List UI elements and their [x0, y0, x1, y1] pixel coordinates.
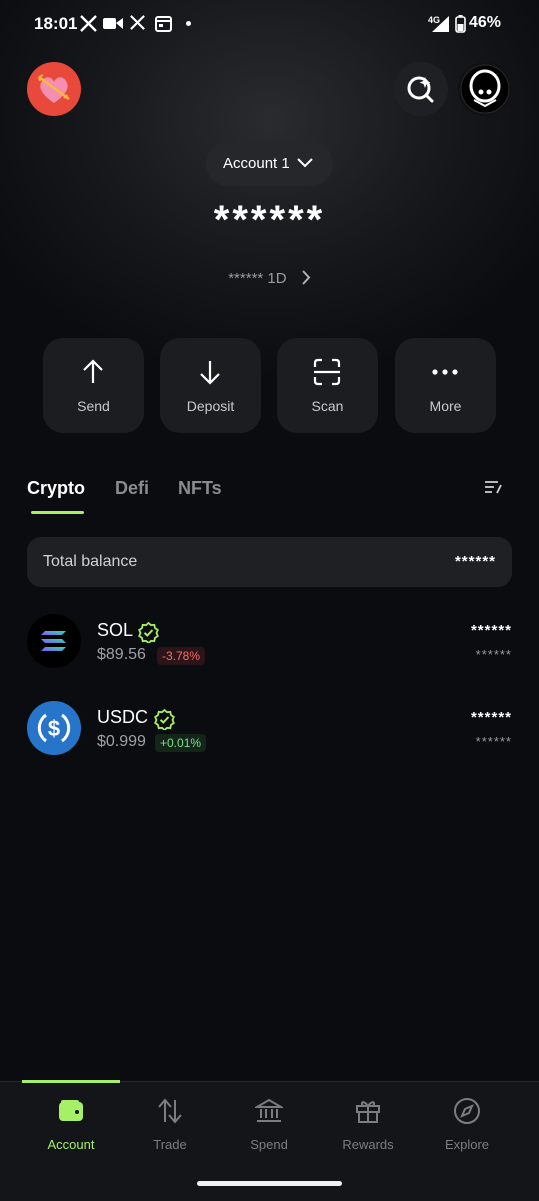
nft-profile-button[interactable]	[458, 62, 512, 116]
active-tab-indicator	[31, 511, 84, 514]
tab-nfts[interactable]: NFTs	[178, 478, 222, 499]
more-label: More	[429, 398, 462, 414]
svg-text:$: $	[48, 716, 60, 741]
balance-change: ****** 1D	[228, 270, 287, 287]
arrow-down-icon	[200, 361, 220, 385]
account-selector[interactable]: Account 1	[206, 142, 333, 186]
deposit-label: Deposit	[186, 398, 235, 414]
notification-dot	[186, 21, 191, 26]
nav-explore-label: Explore	[444, 1137, 490, 1152]
bank-icon	[255, 1098, 283, 1122]
total-balance-card: Total balance ******	[27, 537, 512, 587]
x-app-icon-2	[130, 15, 145, 30]
chevron-down-icon	[297, 158, 313, 168]
gift-icon	[356, 1101, 380, 1123]
verified-badge-icon	[154, 709, 175, 730]
arrow-up-icon	[83, 359, 103, 383]
token-amount: ******	[470, 709, 512, 726]
balance-change-row[interactable]: ****** 1D	[0, 270, 539, 287]
nav-trade-label: Trade	[153, 1137, 187, 1152]
chevron-right-icon	[302, 270, 311, 285]
token-change: -3.78%	[157, 647, 206, 665]
more-dots-icon	[432, 369, 458, 375]
home-indicator[interactable]	[197, 1181, 342, 1186]
token-amount: ******	[470, 622, 512, 639]
usdc-icon: $	[27, 701, 81, 755]
battery-percent: 46%	[468, 14, 501, 31]
x-app-icon	[80, 15, 97, 32]
token-row-sol[interactable]: SOL $89.56 -3.78% ****** ******	[27, 614, 512, 670]
token-value: ******	[475, 647, 512, 662]
token-name: USDC	[97, 707, 149, 727]
ai-search-button[interactable]	[394, 62, 448, 116]
heart-arrow-icon	[38, 74, 70, 103]
status-time: 18:01	[34, 14, 78, 33]
video-icon	[103, 18, 123, 29]
scan-button[interactable]: Scan	[277, 338, 378, 433]
token-value: ******	[475, 734, 512, 749]
total-balance-value: ******	[454, 553, 496, 570]
nav-account-label: Account	[47, 1137, 95, 1152]
more-button[interactable]: More	[395, 338, 496, 433]
deposit-button[interactable]: Deposit	[160, 338, 261, 433]
send-label: Send	[77, 398, 110, 414]
search-sparkle-icon	[407, 76, 434, 103]
verified-badge-icon	[138, 622, 159, 643]
token-change: +0.01%	[155, 734, 207, 752]
token-price: $89.56	[97, 646, 146, 663]
token-row-usdc[interactable]: $ USDC $0.999 +0.01% ****** ******	[27, 701, 512, 757]
scan-label: Scan	[311, 398, 344, 414]
calendar-icon	[155, 16, 172, 32]
tab-crypto[interactable]: Crypto	[27, 478, 85, 499]
trade-arrows-icon	[158, 1098, 182, 1124]
compass-icon	[454, 1098, 480, 1124]
token-name: SOL	[97, 620, 134, 640]
nav-active-indicator	[22, 1080, 120, 1083]
total-balance-label: Total balance	[43, 553, 138, 570]
nav-rewards-label: Rewards	[342, 1137, 394, 1152]
sort-list-icon[interactable]	[484, 479, 502, 495]
nav-spend-label: Spend	[250, 1137, 288, 1152]
tab-defi[interactable]: Defi	[115, 478, 149, 499]
scan-icon	[313, 358, 341, 386]
profile-avatar[interactable]	[27, 62, 81, 116]
solana-icon	[27, 614, 81, 668]
token-price: $0.999	[97, 733, 146, 750]
status-bar: 18:01 4G 46%	[0, 0, 539, 48]
wallet-icon	[59, 1100, 83, 1121]
send-button[interactable]: Send	[43, 338, 144, 433]
account-balance: ******	[213, 198, 326, 242]
skull-avatar-icon	[460, 64, 510, 114]
account-label: Account 1	[223, 155, 290, 172]
battery-icon	[455, 15, 466, 33]
signal-icon	[432, 16, 449, 32]
